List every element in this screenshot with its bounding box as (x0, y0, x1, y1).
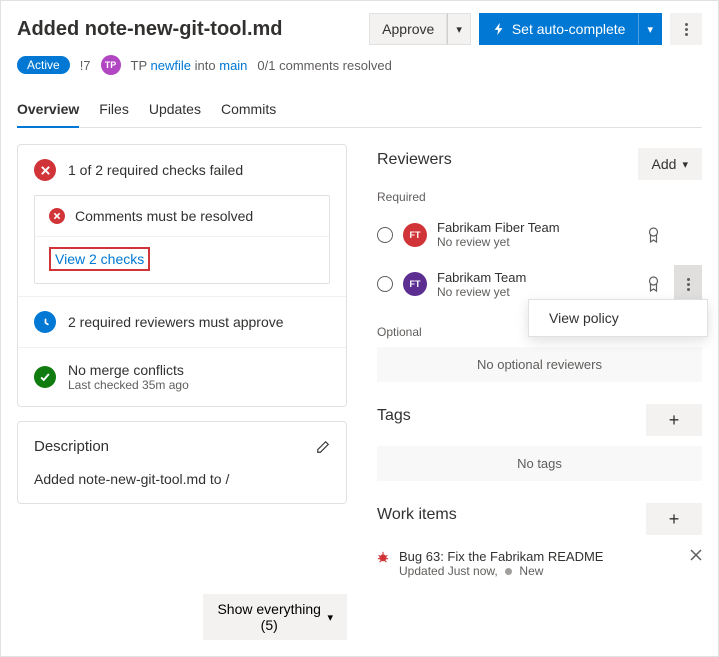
fail-icon (34, 159, 56, 181)
reviewer-popup: View policy (528, 299, 708, 337)
workitems-title: Work items (377, 506, 457, 524)
comments-check-msg: Comments must be resolved (75, 208, 253, 224)
pr-title: Added note-new-git-tool.md (17, 18, 361, 41)
clock-icon (34, 311, 56, 333)
view-checks-link[interactable]: View 2 checks (55, 251, 144, 267)
edit-description-button[interactable] (316, 440, 330, 454)
workitem-row[interactable]: Bug 63: Fix the Fabrikam README Updated … (377, 545, 702, 582)
workitem-title: Bug 63: Fix the Fabrikam README (399, 549, 680, 564)
chevron-down-icon: ▾ (682, 158, 688, 171)
tab-commits[interactable]: Commits (221, 93, 276, 127)
reviewers-title: Reviewers (377, 151, 452, 169)
pr-id: !7 (80, 58, 91, 73)
workitem-updated: Updated Just now, (399, 564, 498, 578)
reviewer-name: Fabrikam Team (437, 270, 637, 285)
add-tag-button[interactable]: + (646, 404, 702, 436)
remove-workitem-button[interactable] (690, 549, 702, 561)
show-everything-button[interactable]: Show everything (5) ▾ (203, 594, 347, 640)
target-branch-link[interactable]: main (219, 58, 247, 73)
description-body: Added note-new-git-tool.md to / (34, 471, 330, 487)
merge-sub: Last checked 35m ago (68, 378, 189, 392)
add-workitem-button[interactable]: + (646, 503, 702, 535)
reviewer-row[interactable]: FT Fabrikam Fiber Team No review yet (377, 212, 702, 257)
approve-button[interactable]: Approve (369, 13, 447, 45)
more-icon (685, 23, 688, 36)
required-label: Required (377, 190, 702, 204)
plus-icon: + (669, 410, 680, 431)
reviewer-avatar: FT (403, 223, 427, 247)
no-tags: No tags (377, 446, 702, 481)
tags-title: Tags (377, 407, 411, 425)
merge-msg: No merge conflicts (68, 362, 189, 378)
autocomplete-button[interactable]: Set auto-complete (479, 13, 639, 45)
source-branch-link[interactable]: newfile (151, 58, 191, 73)
pencil-icon (316, 440, 330, 454)
state-dot-icon (505, 568, 512, 575)
policy-icon (647, 276, 660, 292)
reviewer-name: Fabrikam Fiber Team (437, 220, 637, 235)
reviewer-more-button[interactable] (674, 265, 702, 303)
no-optional-reviewers: No optional reviewers (377, 347, 702, 382)
reviewer-avatar: FT (403, 272, 427, 296)
workitem-state: New (519, 564, 543, 578)
policy-icon (647, 227, 660, 243)
tab-overview[interactable]: Overview (17, 93, 79, 127)
chevron-down-icon: ▾ (327, 611, 333, 624)
comments-resolved: 0/1 comments resolved (257, 58, 391, 73)
checks-headline: 1 of 2 required checks failed (68, 162, 243, 178)
fail-icon-small (49, 208, 65, 224)
reviewer-row[interactable]: FT Fabrikam Team No review yet View poli… (377, 257, 702, 311)
description-title: Description (34, 438, 109, 455)
vote-radio[interactable] (377, 276, 393, 292)
close-icon (690, 549, 702, 561)
status-badge: Active (17, 56, 70, 74)
add-reviewer-button[interactable]: Add ▾ (638, 148, 702, 180)
more-icon (687, 278, 690, 291)
bug-icon (377, 551, 389, 563)
check-icon (34, 366, 56, 388)
approve-dropdown[interactable]: ▾ (447, 13, 471, 45)
reviewers-check-msg: 2 required reviewers must approve (68, 314, 284, 330)
autocomplete-dropdown[interactable]: ▾ (638, 13, 662, 45)
more-menu[interactable] (670, 13, 702, 45)
reviewer-status: No review yet (437, 235, 637, 249)
author-avatar[interactable]: TP (101, 55, 121, 75)
chevron-down-icon: ▾ (456, 23, 462, 36)
vote-radio[interactable] (377, 227, 393, 243)
tab-updates[interactable]: Updates (149, 93, 201, 127)
plus-icon: + (669, 509, 680, 530)
view-policy-item[interactable]: View policy (549, 310, 687, 326)
tab-files[interactable]: Files (99, 93, 129, 127)
author-name: TP (131, 58, 147, 73)
autocomplete-icon (492, 22, 506, 36)
reviewer-status: No review yet (437, 285, 637, 299)
chevron-down-icon: ▾ (647, 23, 653, 36)
into-text: into (195, 58, 216, 73)
